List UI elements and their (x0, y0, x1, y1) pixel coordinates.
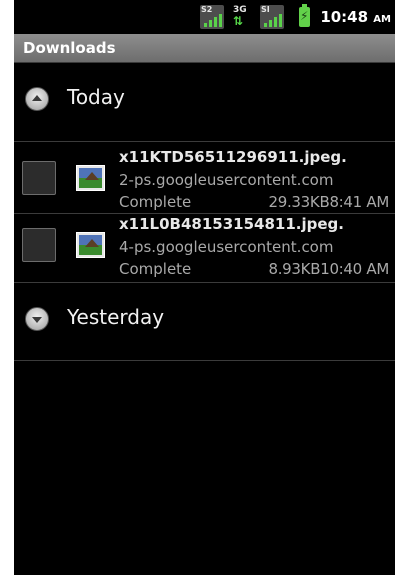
image-file-icon (76, 232, 105, 258)
group-header-today[interactable]: Today (14, 72, 395, 132)
download-size-time: 8.93KB10:40 AM (268, 260, 389, 278)
group-header-yesterday[interactable]: Yesterday (14, 292, 395, 352)
clock: 10:48 AM (320, 8, 391, 26)
select-checkbox[interactable] (22, 228, 56, 262)
download-item[interactable]: x11KTD56511296911.jpeg. 2-ps.googleuserc… (14, 143, 395, 213)
clock-time: 10:48 (320, 8, 369, 26)
signal-2-icon: SI (260, 5, 284, 29)
battery-charging-icon: ⚡ (299, 4, 310, 27)
phone-screen: S2 3G ⇅ SI ⚡ 10:48 AM Downloads Today x1… (14, 0, 395, 575)
download-filename: x11L0B48153154811.jpeg. (119, 215, 344, 233)
divider (14, 141, 395, 142)
download-host: 4-ps.googleusercontent.com (119, 238, 334, 256)
clock-ampm: AM (373, 14, 391, 25)
download-item[interactable]: x11L0B48153154811.jpeg. 4-ps.googleuserc… (14, 210, 395, 280)
download-filename: x11KTD56511296911.jpeg. (119, 148, 347, 166)
group-label-yesterday: Yesterday (67, 305, 165, 329)
download-status: Complete (119, 193, 192, 211)
signal-icon: S2 (200, 5, 224, 29)
status-bar: S2 3G ⇅ SI ⚡ 10:48 AM (14, 0, 395, 34)
title-bar: Downloads (14, 34, 395, 63)
data-activity-icon: ⇅ (233, 14, 243, 28)
expand-icon[interactable] (25, 307, 49, 331)
divider (14, 360, 395, 361)
select-checkbox[interactable] (22, 161, 56, 195)
collapse-icon[interactable] (25, 87, 49, 111)
network-3g-icon: 3G ⇅ (230, 5, 254, 29)
download-status: Complete (119, 260, 192, 278)
divider (14, 282, 395, 283)
signal-2-tag: SI (261, 5, 270, 14)
image-file-icon (76, 165, 105, 191)
download-size-time: 29.33KB8:41 AM (268, 193, 389, 211)
signal-tag: S2 (201, 5, 213, 14)
group-label-today: Today (67, 85, 125, 109)
page-title: Downloads (23, 39, 116, 57)
download-host: 2-ps.googleusercontent.com (119, 171, 334, 189)
